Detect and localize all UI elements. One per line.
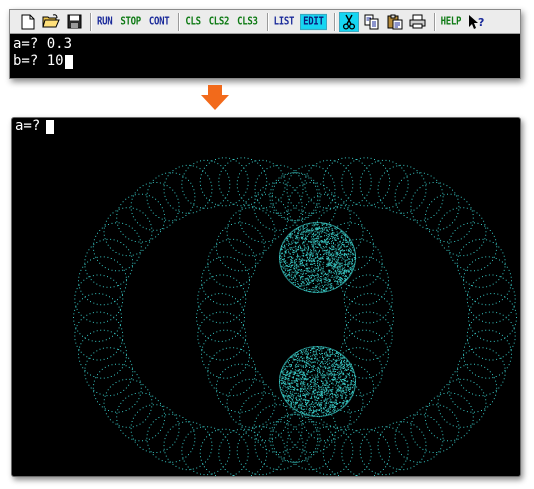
- toolbar-separator: [90, 12, 92, 31]
- console-line-1: a=? 0.3: [13, 36, 73, 52]
- console-line: a=? 0.3: [13, 36, 73, 53]
- input-console[interactable]: a=? 0.3 b=? 10: [13, 36, 73, 70]
- toolbar-separator: [333, 12, 336, 31]
- scissors-icon[interactable]: [338, 11, 359, 32]
- toolbar-separator: [266, 12, 269, 31]
- open-folder-icon[interactable]: [41, 12, 61, 32]
- cls-button[interactable]: CLS: [183, 15, 202, 29]
- paste-icon[interactable]: [385, 12, 405, 32]
- context-help-icon[interactable]: ?: [467, 12, 487, 32]
- toolbar-separator: [433, 12, 436, 31]
- console-line: b=? 10: [13, 53, 73, 70]
- cont-button[interactable]: CONT: [147, 15, 171, 29]
- cls2-button[interactable]: CLS2: [207, 15, 231, 29]
- dot-pattern-group: [73, 157, 517, 476]
- edit-button[interactable]: EDIT: [300, 13, 327, 30]
- copy-icon[interactable]: [362, 12, 382, 32]
- input-window: RUN STOP CONT CLS CLS2 CLS3 LIST EDIT HE…: [9, 9, 521, 79]
- toolbar: RUN STOP CONT CLS CLS2 CLS3 LIST EDIT HE…: [10, 10, 520, 34]
- output-prompt-text: a=?: [15, 118, 41, 134]
- dot-pattern-plot: [73, 157, 517, 476]
- cls3-button[interactable]: CLS3: [235, 15, 259, 29]
- run-button[interactable]: RUN: [95, 15, 114, 29]
- console-line-2: b=? 10: [13, 53, 64, 69]
- dot-pattern: [73, 157, 517, 476]
- stop-button[interactable]: STOP: [118, 15, 142, 29]
- save-disk-icon[interactable]: [64, 12, 84, 32]
- toolbar-separator: [178, 12, 181, 31]
- print-icon[interactable]: [408, 12, 428, 32]
- new-file-icon[interactable]: [18, 12, 38, 32]
- help-button[interactable]: HELP: [439, 15, 463, 29]
- arrow-down-icon: [201, 85, 229, 110]
- text-cursor: [64, 54, 73, 69]
- output-console[interactable]: a=?: [15, 118, 55, 135]
- list-button[interactable]: LIST: [272, 15, 296, 29]
- graphics-output-window: a=?: [11, 117, 521, 477]
- text-cursor: [46, 119, 55, 134]
- svg-text:?: ?: [478, 16, 484, 29]
